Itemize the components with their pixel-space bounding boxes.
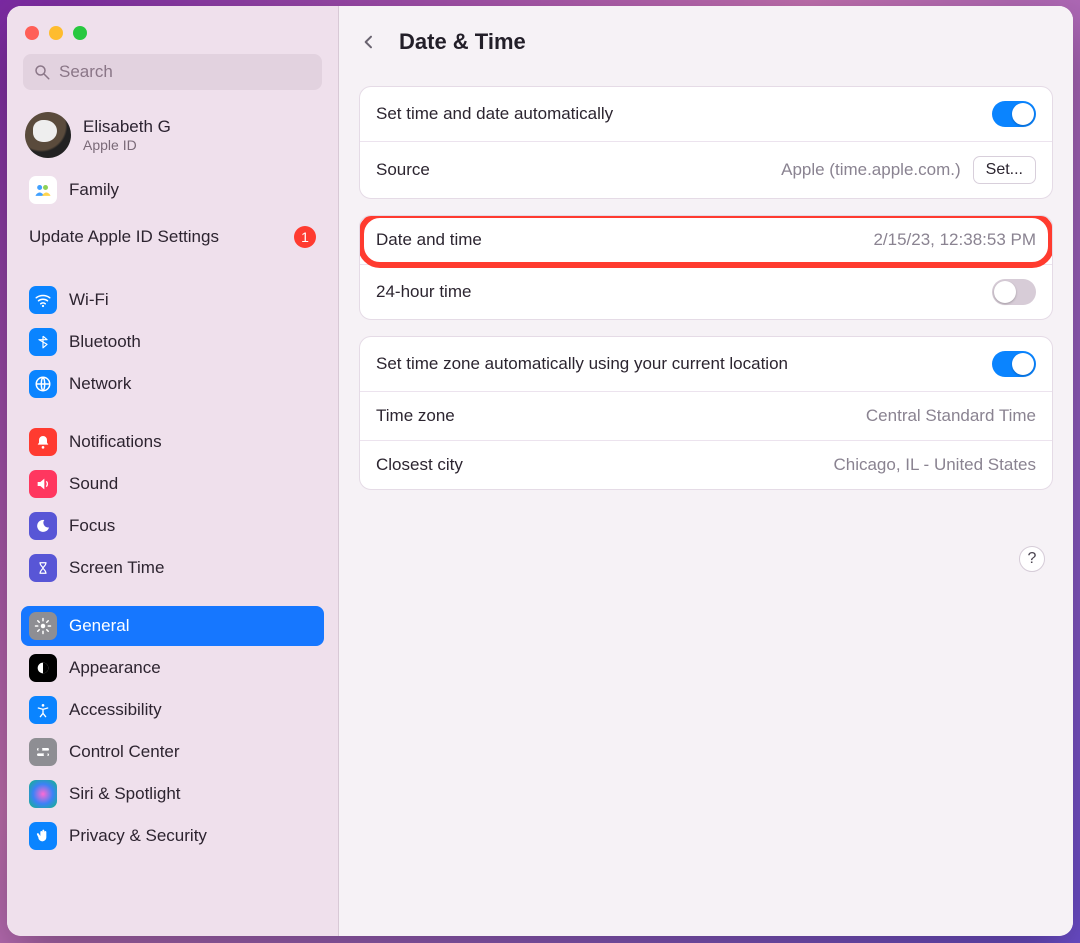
siri-icon [29, 780, 57, 808]
sidebar-item-network[interactable]: Network [21, 364, 324, 404]
toggle-auto-zone[interactable] [992, 351, 1036, 377]
close-icon[interactable] [25, 26, 39, 40]
sidebar-item-appearance[interactable]: Appearance [21, 648, 324, 688]
sliders-icon [29, 738, 57, 766]
search-input[interactable] [59, 62, 312, 82]
sidebar-item-label: Accessibility [69, 700, 162, 720]
sidebar-item-wifi[interactable]: Wi-Fi [21, 280, 324, 320]
sidebar-item-focus[interactable]: Focus [21, 506, 324, 546]
chevron-left-icon [361, 31, 377, 53]
sidebar-item-update-appleid[interactable]: Update Apple ID Settings 1 [21, 212, 324, 262]
set-source-button[interactable]: Set... [973, 156, 1036, 184]
sidebar-item-label: Network [69, 374, 131, 394]
avatar [25, 112, 71, 158]
row-auto-zone: Set time zone automatically using your c… [360, 337, 1052, 391]
row-label: Set time zone automatically using your c… [376, 354, 788, 374]
sidebar-item-label: Notifications [69, 432, 162, 452]
sidebar-item-family[interactable]: Family [21, 170, 324, 210]
sidebar-item-label: Control Center [69, 742, 180, 762]
sidebar-item-privacy[interactable]: Privacy & Security [21, 816, 324, 856]
panel-timezone: Set time zone automatically using your c… [359, 336, 1053, 490]
toggle-auto-time[interactable] [992, 101, 1036, 127]
page-title: Date & Time [399, 29, 526, 55]
row-date-time[interactable]: Date and time 2/15/23, 12:38:53 PM [360, 216, 1052, 264]
main-content: Date & Time Set time and date automatica… [339, 6, 1073, 936]
sidebar-item-siri[interactable]: Siri & Spotlight [21, 774, 324, 814]
help-button[interactable]: ? [1019, 546, 1045, 572]
back-button[interactable] [355, 28, 383, 56]
hourglass-icon [29, 554, 57, 582]
update-badge: 1 [294, 226, 316, 248]
minimize-icon[interactable] [49, 26, 63, 40]
sidebar-item-label: Screen Time [69, 558, 164, 578]
sidebar: Elisabeth G Apple ID Family Update Apple… [7, 6, 339, 936]
row-label: Date and time [376, 230, 482, 250]
row-label: Set time and date automatically [376, 104, 613, 124]
window-controls [17, 20, 328, 54]
appearance-icon [29, 654, 57, 682]
network-icon [29, 370, 57, 398]
sidebar-item-label: Sound [69, 474, 118, 494]
sidebar-item-label: Update Apple ID Settings [29, 227, 219, 247]
row-label: Source [376, 160, 430, 180]
hand-icon [29, 822, 57, 850]
zone-value: Central Standard Time [866, 406, 1036, 426]
bluetooth-icon [29, 328, 57, 356]
titlebar: Date & Time [339, 6, 1073, 78]
accessibility-icon [29, 696, 57, 724]
sidebar-item-label: Focus [69, 516, 115, 536]
sidebar-item-notifications[interactable]: Notifications [21, 422, 324, 462]
settings-window: Elisabeth G Apple ID Family Update Apple… [7, 6, 1073, 936]
sidebar-item-bluetooth[interactable]: Bluetooth [21, 322, 324, 362]
row-label: Closest city [376, 455, 463, 475]
search-icon [33, 63, 51, 81]
zoom-icon[interactable] [73, 26, 87, 40]
sidebar-item-label: Bluetooth [69, 332, 141, 352]
bell-icon [29, 428, 57, 456]
date-time-value: 2/15/23, 12:38:53 PM [873, 230, 1036, 250]
sidebar-item-label: Family [69, 180, 119, 200]
row-label: 24-hour time [376, 282, 471, 302]
sidebar-item-label: Appearance [69, 658, 161, 678]
moon-icon [29, 512, 57, 540]
sidebar-item-controlcenter[interactable]: Control Center [21, 732, 324, 772]
source-value: Apple (time.apple.com.) [781, 160, 961, 180]
family-icon [29, 176, 57, 204]
account-row[interactable]: Elisabeth G Apple ID [17, 108, 328, 168]
sidebar-item-label: Wi-Fi [69, 290, 109, 310]
city-value: Chicago, IL - United States [833, 455, 1036, 475]
gear-icon [29, 612, 57, 640]
search-field[interactable] [23, 54, 322, 90]
row-auto-time: Set time and date automatically [360, 87, 1052, 141]
row-source: Source Apple (time.apple.com.) Set... [360, 141, 1052, 198]
panel-time: Set time and date automatically Source A… [359, 86, 1053, 199]
sidebar-item-label: Siri & Spotlight [69, 784, 181, 804]
sound-icon [29, 470, 57, 498]
account-name: Elisabeth G [83, 117, 171, 137]
toggle-24hour[interactable] [992, 279, 1036, 305]
row-closest-city: Closest city Chicago, IL - United States [360, 440, 1052, 489]
help-label: ? [1028, 550, 1037, 568]
row-time-zone: Time zone Central Standard Time [360, 391, 1052, 440]
panel-datetime: Date and time 2/15/23, 12:38:53 PM 24-ho… [359, 215, 1053, 320]
sidebar-item-sound[interactable]: Sound [21, 464, 324, 504]
row-24hour: 24-hour time [360, 264, 1052, 319]
row-label: Time zone [376, 406, 455, 426]
sidebar-item-label: General [69, 616, 129, 636]
sidebar-item-label: Privacy & Security [69, 826, 207, 846]
sidebar-item-screentime[interactable]: Screen Time [21, 548, 324, 588]
sidebar-item-accessibility[interactable]: Accessibility [21, 690, 324, 730]
wifi-icon [29, 286, 57, 314]
account-sub: Apple ID [83, 137, 171, 153]
sidebar-item-general[interactable]: General [21, 606, 324, 646]
